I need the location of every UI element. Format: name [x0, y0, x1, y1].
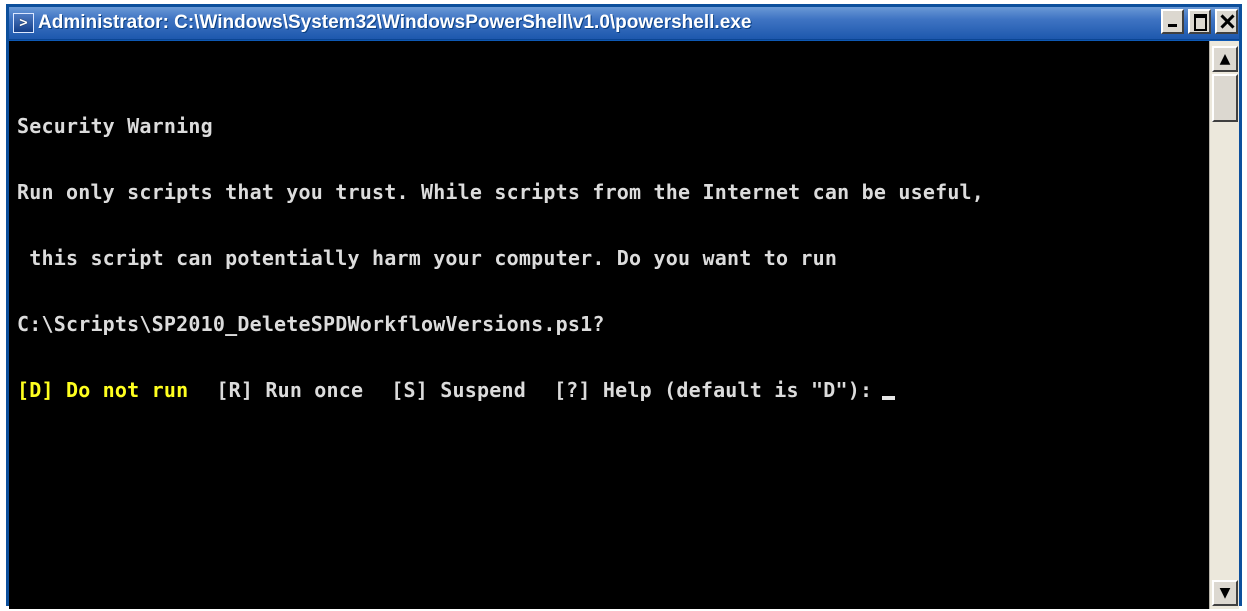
vertical-scrollbar[interactable]: ▲ ▼ — [1209, 41, 1239, 609]
scroll-down-button[interactable]: ▼ — [1212, 580, 1238, 606]
security-warning-heading: Security Warning — [17, 114, 213, 138]
execution-prompt-line: [D] Do not run [R] Run once [S] Suspend [?]… — [17, 379, 1209, 401]
warning-message-line-2: this script can potentially harm your co… — [17, 246, 838, 270]
console-output[interactable]: Security Warning Run only scripts that y… — [9, 41, 1209, 609]
powershell-window: > Administrator: C:\Windows\System32\Win… — [6, 4, 1242, 609]
do-not-run-option[interactable]: [D] Do not run — [17, 378, 188, 402]
close-button[interactable] — [1215, 9, 1238, 34]
console-client-area[interactable]: Security Warning Run only scripts that y… — [9, 41, 1239, 609]
suspend-option[interactable]: [S] Suspend — [391, 378, 526, 402]
help-option[interactable]: [?] Help (default is "D"): — [554, 378, 872, 402]
scrollbar-thumb[interactable] — [1212, 74, 1238, 122]
chevron-up-icon: ▲ — [1219, 51, 1231, 67]
run-once-option[interactable]: [R] Run once — [216, 378, 363, 402]
window-controls — [1161, 9, 1239, 34]
powershell-icon[interactable]: > — [13, 13, 34, 33]
window-title: Administrator: C:\Windows\System32\Windo… — [38, 12, 752, 33]
scroll-up-button[interactable]: ▲ — [1212, 46, 1238, 72]
script-path-line: C:\Scripts\SP2010_DeleteSPDWorkflowVersi… — [17, 312, 605, 336]
text-cursor[interactable] — [882, 396, 896, 400]
title-bar[interactable]: > Administrator: C:\Windows\System32\Win… — [9, 7, 1239, 40]
maximize-button[interactable] — [1188, 9, 1211, 34]
minimize-button[interactable] — [1161, 9, 1184, 34]
warning-message-line-1: Run only scripts that you trust. While s… — [17, 180, 985, 204]
chevron-down-icon: ▼ — [1219, 585, 1231, 601]
